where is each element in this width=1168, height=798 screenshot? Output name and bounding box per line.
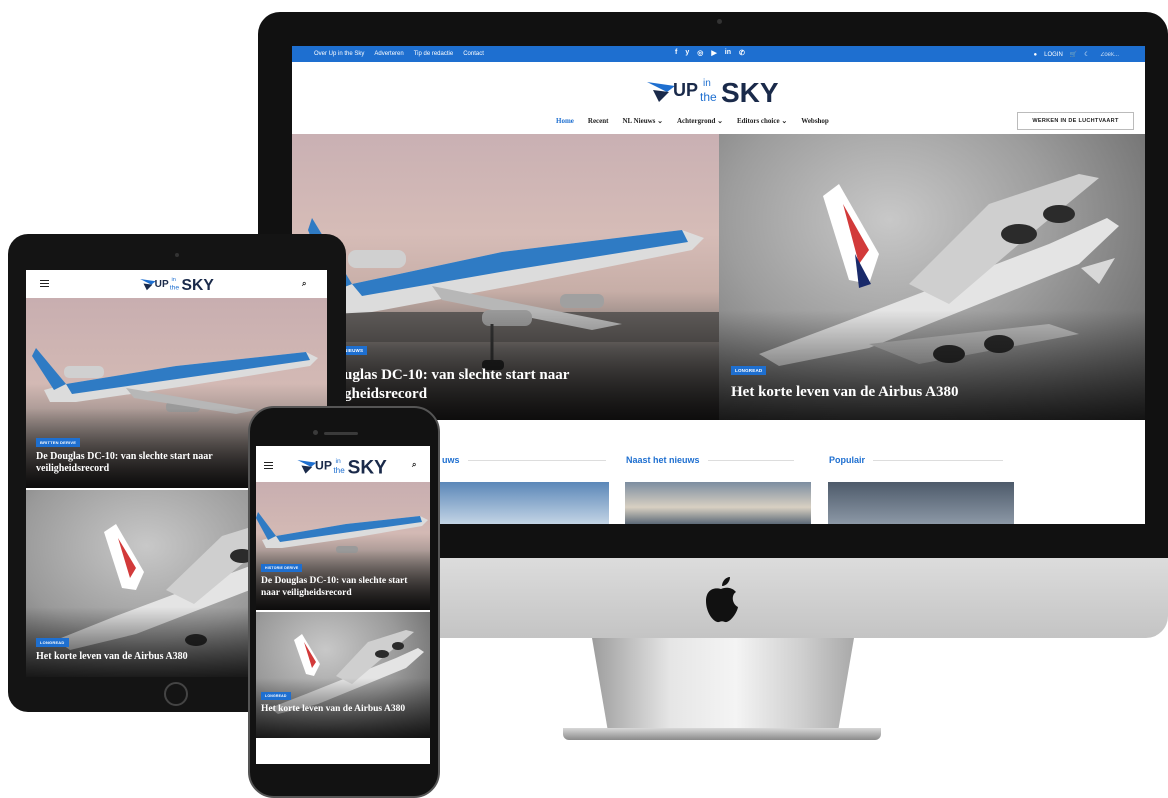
tablet-hero2-badge[interactable]: LONGREAD: [36, 638, 69, 647]
hero-left-title-line2: gheidsrecord: [344, 386, 428, 402]
main-nav: Home Recent NL Nieuws ⌄ Achtergrond ⌄ Ed…: [556, 117, 829, 125]
hero-left-title[interactable]: uglas DC-10: van slechte start naar ghei…: [344, 366, 569, 404]
thumbnail-populair[interactable]: [828, 482, 1014, 524]
logo-sky-text: SKY: [348, 458, 387, 478]
top-links: Over Up in the Sky Adverteren Tip de red…: [314, 51, 484, 57]
dark-mode-icon[interactable]: ☾: [1084, 51, 1089, 58]
logo-the-text: the: [170, 285, 180, 292]
logo-in-text: in: [703, 78, 711, 89]
top-bar: Over Up in the Sky Adverteren Tip de red…: [292, 46, 1145, 62]
logo-up-text: UP: [315, 459, 332, 473]
nav-achtergrond[interactable]: Achtergrond ⌄: [677, 117, 723, 125]
section-nieuws-heading: uws: [442, 455, 606, 465]
chevron-down-icon: ⌄: [657, 117, 663, 125]
phone-hero1-title[interactable]: De Douglas DC-10: van slechte start naar…: [261, 575, 421, 599]
linkedin-icon[interactable]: in: [725, 49, 731, 57]
login-link[interactable]: LOGIN: [1044, 52, 1063, 58]
iphone-speaker: [324, 432, 358, 435]
user-icon: ●: [1033, 51, 1038, 58]
logo-in-text: in: [171, 277, 175, 283]
phone-header: UP in the SKY ⌕: [256, 446, 430, 482]
instagram-icon[interactable]: ◎: [697, 49, 703, 57]
top-link-contact[interactable]: Contact: [463, 51, 484, 57]
nav-editors-choice[interactable]: Editors choice ⌄: [737, 117, 787, 125]
logo-sky-text: SKY: [721, 77, 779, 108]
phone-hero-a380[interactable]: LONGREAD Het korte leven van de Airbus A…: [256, 612, 430, 738]
search-icon[interactable]: ⌕: [412, 460, 416, 470]
tablet-hero1-title[interactable]: De Douglas DC-10: van slechte start naar…: [36, 451, 236, 475]
section-populair-heading: Populair: [829, 455, 1004, 465]
section-populair-label: Populair: [829, 455, 866, 465]
hamburger-menu-icon[interactable]: [264, 462, 273, 470]
phone-hero2-title[interactable]: Het korte leven van de Airbus A380: [261, 703, 411, 715]
section-naast-label: Naast het nieuws: [626, 455, 700, 465]
site-logo[interactable]: UP in the SKY: [296, 453, 398, 478]
jobs-button[interactable]: WERKEN IN DE LUCHTVAART: [1017, 112, 1134, 130]
nav-recent[interactable]: Recent: [588, 117, 609, 125]
nav-nl-nieuws-label: NL Nieuws: [622, 117, 656, 125]
ipad-home-button: [164, 682, 188, 706]
nav-webshop[interactable]: Webshop: [801, 117, 829, 125]
logo-sky-text: SKY: [182, 277, 215, 294]
hero-shade: [719, 310, 1145, 420]
nav-editors-choice-label: Editors choice: [737, 117, 780, 125]
hero-right-title[interactable]: Het korte leven van de Airbus A380: [731, 384, 959, 401]
hamburger-menu-icon[interactable]: [40, 280, 49, 288]
apple-icon: [706, 577, 738, 623]
logo-the-text: the: [700, 90, 717, 104]
phone-hero-dc10[interactable]: HISTORIE DERIVE De Douglas DC-10: van sl…: [256, 482, 430, 610]
section-nieuws-label: uws: [442, 455, 460, 465]
thumbnail-naast[interactable]: [625, 482, 811, 524]
nav-achtergrond-label: Achtergrond: [677, 117, 716, 125]
hero-article-a380[interactable]: LONGREAD Het korte leven van de Airbus A…: [719, 134, 1145, 420]
logo-up-text: UP: [673, 80, 698, 100]
top-utilities: ● LOGIN 🛒 ☾ Zoek...: [1033, 51, 1119, 59]
nav-home[interactable]: Home: [556, 117, 574, 125]
social-links: f y ◎ ▶ in ✆: [675, 49, 745, 57]
ipad-camera: [175, 253, 179, 257]
iphone-camera: [313, 430, 318, 435]
logo-in-text: in: [335, 458, 341, 465]
phone-hero1-badge[interactable]: HISTORIE DERIVE: [261, 564, 303, 572]
site-logo[interactable]: UP in the SKY: [139, 273, 223, 294]
phone-hero2-badge[interactable]: LONGREAD: [261, 692, 291, 700]
phone-website: UP in the SKY ⌕ HISTORIE DERIVE De Dougl…: [256, 446, 430, 764]
twitter-icon[interactable]: y: [685, 49, 689, 57]
imac-camera: [717, 19, 722, 24]
tablet-hero1-badge[interactable]: BRITTEN DERIVE: [36, 438, 81, 447]
divider: [707, 459, 794, 461]
tablet-header: UP in the SKY ⌕: [26, 270, 327, 298]
chevron-down-icon: ⌄: [717, 117, 723, 125]
top-link-about[interactable]: Over Up in the Sky: [314, 51, 364, 57]
nav-nl-nieuws[interactable]: NL Nieuws ⌄: [623, 117, 664, 125]
search-icon[interactable]: ⌕: [302, 279, 306, 289]
imac-stand-foot: [563, 728, 881, 740]
top-link-tip[interactable]: Tip de redactie: [414, 51, 453, 57]
top-link-advertise[interactable]: Adverteren: [374, 51, 403, 57]
search-input[interactable]: Zoek...: [1101, 52, 1119, 58]
logo-up-text: UP: [155, 279, 169, 290]
chevron-down-icon: ⌄: [781, 117, 788, 125]
cart-icon[interactable]: 🛒: [1070, 51, 1077, 58]
site-logo[interactable]: UP in the SKY: [645, 72, 795, 108]
logo-the-text: the: [333, 466, 345, 475]
youtube-icon[interactable]: ▶: [711, 49, 716, 57]
hero-right-badge[interactable]: LONGREAD: [731, 366, 767, 375]
tablet-hero2-title[interactable]: Het korte leven van de Airbus A380: [36, 651, 188, 662]
imac-stand: [592, 638, 854, 730]
hero-left-title-line1: uglas DC-10: van slechte start naar: [344, 367, 570, 383]
site-header: UP in the SKY Home Recent NL Nieuws ⌄ Ac…: [292, 62, 1145, 134]
divider: [467, 459, 606, 461]
whatsapp-icon[interactable]: ✆: [739, 49, 745, 57]
thumbnail-nieuws[interactable]: [423, 482, 609, 524]
hero-article-dc10[interactable]: NIEUWS uglas DC-10: van slechte start na…: [292, 134, 719, 420]
facebook-icon[interactable]: f: [675, 49, 677, 57]
section-naast-heading: Naast het nieuws: [626, 455, 794, 465]
divider: [873, 459, 1004, 461]
